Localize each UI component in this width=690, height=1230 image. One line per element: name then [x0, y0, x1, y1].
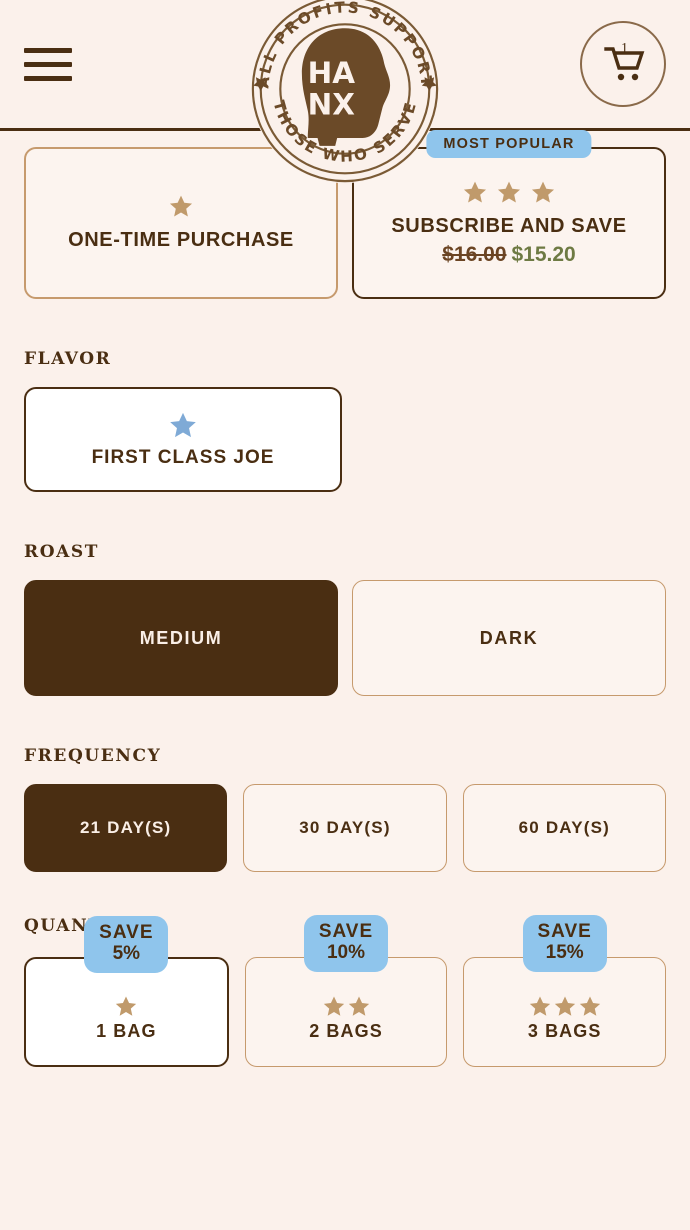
star-icon: [463, 181, 487, 202]
flavor-option-first-class-joe[interactable]: FIRST CLASS JOE: [24, 387, 342, 492]
frequency-option-21-days[interactable]: 21 DAY(S): [24, 784, 228, 872]
quantity-option-label: 1 BAG: [96, 1020, 157, 1041]
cart-button[interactable]: 1: [580, 21, 666, 107]
roast-option-medium[interactable]: MEDIUM: [24, 580, 338, 696]
product-options-main: ONE-TIME PURCHASE MOST POPULAR SUBSCRIBE…: [0, 130, 690, 1067]
plan-star-rating: [462, 180, 556, 205]
quantity-option-label: 3 BAGS: [527, 1020, 602, 1041]
quantity-option-2-bags[interactable]: SAVE 10% 2 BAGS: [244, 915, 448, 1067]
quantity-star-rating: [528, 995, 602, 1018]
star-icon: [497, 181, 521, 202]
flavor-section: FLAVOR FIRST CLASS JOE: [24, 349, 666, 492]
quantity-option-3-bags[interactable]: SAVE 15% 3 BAGS: [463, 915, 667, 1067]
save-badge-word: SAVE: [318, 921, 374, 942]
site-header: 1: [0, 0, 690, 131]
star-icon: [323, 995, 344, 1016]
roast-option-dark[interactable]: DARK: [352, 580, 666, 696]
price-discounted: $15.20: [511, 242, 576, 266]
save-badge: SAVE 5%: [84, 916, 169, 974]
plan-option-subscribe[interactable]: MOST POPULAR SUBSCRIBE AND SAVE $16.00 $1…: [352, 130, 666, 299]
star-icon: [170, 412, 196, 437]
star-icon: [531, 181, 555, 202]
purchase-plan-group: ONE-TIME PURCHASE MOST POPULAR SUBSCRIBE…: [24, 130, 666, 299]
save-badge-word: SAVE: [537, 921, 592, 942]
save-badge-percent: 5%: [112, 942, 141, 964]
plan-option-one-time[interactable]: ONE-TIME PURCHASE: [24, 147, 338, 299]
star-icon: [348, 995, 369, 1016]
flavor-section-label: FLAVOR: [24, 349, 112, 369]
save-badge: SAVE 10%: [304, 915, 388, 973]
save-badge-percent: 10%: [326, 941, 366, 963]
roast-section-label: ROAST: [24, 542, 100, 562]
quantity-option-1-bag[interactable]: SAVE 5% 1 BAG: [24, 916, 229, 1067]
frequency-section-label: FREQUENCY: [24, 746, 162, 766]
flavor-option-group: FIRST CLASS JOE: [24, 387, 666, 492]
plan-star-rating: [168, 194, 194, 219]
star-icon: [554, 995, 575, 1016]
hamburger-line: [24, 47, 72, 53]
price-original: $16.00: [442, 242, 507, 266]
quantity-option-group: SAVE 5% 1 BAG SAVE 10% 2 BAGS SAVE 15% 3…: [24, 915, 667, 1067]
save-badge: SAVE 15%: [522, 915, 607, 973]
star-icon: [579, 995, 600, 1016]
plan-price: $16.00 $15.20: [442, 243, 575, 267]
frequency-option-group: 21 DAY(S) 30 DAY(S) 60 DAY(S): [24, 784, 666, 872]
save-badge-word: SAVE: [99, 922, 154, 943]
quantity-star-rating: [114, 995, 138, 1018]
frequency-option-30-days[interactable]: 30 DAY(S): [243, 784, 447, 872]
flavor-option-label: FIRST CLASS JOE: [91, 446, 275, 468]
roast-section: ROAST MEDIUM DARK: [24, 542, 666, 696]
plan-option-label: SUBSCRIBE AND SAVE: [391, 214, 627, 237]
plan-option-label: ONE-TIME PURCHASE: [68, 229, 294, 251]
star-icon: [116, 995, 137, 1016]
frequency-option-60-days[interactable]: 60 DAY(S): [462, 784, 666, 872]
save-badge-percent: 15%: [545, 941, 584, 963]
quantity-option-label: 2 BAGS: [309, 1020, 383, 1041]
hamburger-menu-icon[interactable]: [24, 47, 72, 81]
quantity-section: QUANTITY SAVE 5% 1 BAG SAVE 10% 2 BAGS S…: [24, 915, 667, 1067]
hamburger-line: [24, 75, 72, 81]
star-icon: [169, 195, 193, 217]
frequency-section: FREQUENCY 21 DAY(S) 30 DAY(S) 60 DAY(S): [24, 746, 666, 872]
roast-option-group: MEDIUM DARK: [24, 580, 666, 696]
star-icon: [529, 995, 550, 1016]
cart-count-badge: 1: [621, 41, 628, 56]
quantity-star-rating: [322, 995, 371, 1018]
hamburger-line: [24, 61, 72, 67]
most-popular-badge: MOST POPULAR: [426, 130, 592, 158]
